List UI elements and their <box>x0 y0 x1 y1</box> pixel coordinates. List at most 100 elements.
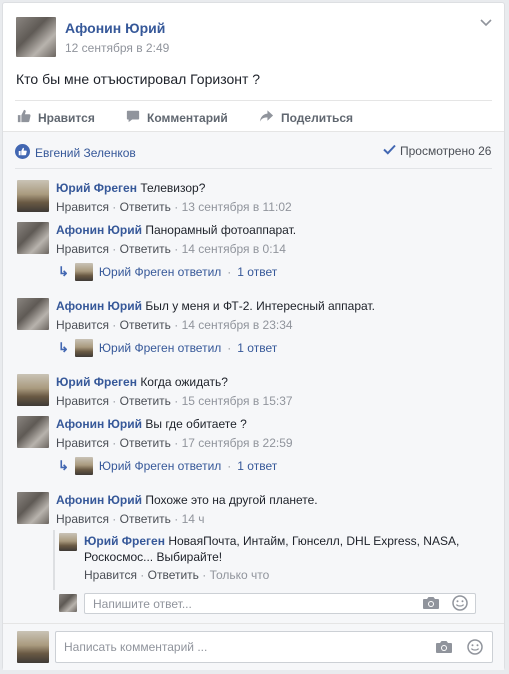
like-badge-icon <box>15 144 30 162</box>
author-avatar[interactable] <box>16 17 56 57</box>
comment-text: Телевизор? <box>140 181 206 195</box>
reply-arrow-icon: ↳ <box>58 340 69 355</box>
comment-reply-link[interactable]: Ответить <box>120 512 171 526</box>
commenter-avatar[interactable] <box>17 180 49 212</box>
comment-reply-link[interactable]: Ответить <box>120 318 171 332</box>
replies-text[interactable]: Юрий Фреген ответил <box>99 459 221 473</box>
comment-body: Афонин Юрий Панорамный фотоаппарат. <box>56 223 296 237</box>
comment-time[interactable]: 13 сентября в 11:02 <box>182 200 292 214</box>
comment-like-link[interactable]: Нравится <box>56 512 109 526</box>
comment-body: Афонин Юрий Вы где обитаете ? <box>56 417 247 431</box>
comment-body: Афонин Юрий Похоже это на другой планете… <box>56 493 318 507</box>
replies-text[interactable]: Юрий Фреген ответил <box>99 265 221 279</box>
reply-time[interactable]: Только что <box>210 568 270 582</box>
commenter-avatar[interactable] <box>17 416 49 448</box>
comment-text: Панорамный фотоаппарат. <box>145 223 297 237</box>
comment-reply-link[interactable]: Ответить <box>120 242 171 256</box>
comment-like-link[interactable]: Нравится <box>56 394 109 408</box>
comment-text: Был у меня и ФТ-2. Интересный аппарат. <box>145 299 375 313</box>
view-replies[interactable]: ↳ Юрий Фреген ответил · 1 ответ <box>58 263 277 281</box>
emoji-icon[interactable] <box>452 595 468 614</box>
dot-separator: · <box>108 394 120 408</box>
comment-meta: Нравится · Ответить · 14 сентября в 0:14 <box>56 242 286 256</box>
dot-separator: · <box>108 242 120 256</box>
dot-separator: · <box>108 512 120 526</box>
reply-arrow-icon: ↳ <box>58 264 69 279</box>
commenter-avatar[interactable] <box>17 298 49 330</box>
dot-separator: · <box>227 265 232 279</box>
comment-time[interactable]: 14 ч <box>182 512 205 526</box>
my-avatar <box>59 594 77 612</box>
reply-thread-line <box>53 530 55 590</box>
reply-author[interactable]: Юрий Фреген <box>84 534 165 548</box>
comment-time[interactable]: 14 сентября в 0:14 <box>182 242 286 256</box>
reply-like-link[interactable]: Нравится <box>84 568 137 582</box>
seen-count[interactable]: Просмотрено 26 <box>383 144 491 158</box>
commenter-avatar[interactable] <box>17 374 49 406</box>
comment-time[interactable]: 17 сентября в 22:59 <box>182 436 293 450</box>
comment-author[interactable]: Афонин Юрий <box>56 417 142 431</box>
comment-like-link[interactable]: Нравится <box>56 242 109 256</box>
comment-reply-link[interactable]: Ответить <box>120 436 171 450</box>
seen-label: Просмотрено 26 <box>400 144 492 158</box>
like-button[interactable]: Нравится <box>17 109 95 126</box>
comment-reply-link[interactable]: Ответить <box>120 394 171 408</box>
commenter-avatar[interactable] <box>17 222 49 254</box>
replier-avatar <box>74 263 93 281</box>
comment-text: Похоже это на другой планете. <box>145 493 318 507</box>
comment-like-link[interactable]: Нравится <box>56 200 109 214</box>
comment-body: Юрий Фреген Телевизор? <box>56 181 205 195</box>
comment-time[interactable]: 14 сентября в 23:34 <box>182 318 293 332</box>
post-author[interactable]: Афонин Юрий <box>65 20 165 36</box>
dot-separator: · <box>170 200 182 214</box>
camera-icon[interactable] <box>436 640 452 657</box>
divider <box>3 623 504 624</box>
replies-count[interactable]: 1 ответ <box>237 265 277 279</box>
view-replies[interactable]: ↳ Юрий Фреген ответил · 1 ответ <box>58 339 277 357</box>
comment-input[interactable]: Написать комментарий ... <box>55 631 493 663</box>
dot-separator: · <box>227 341 232 355</box>
share-button[interactable]: Поделиться <box>259 109 353 126</box>
comment-author[interactable]: Юрий Фреген <box>56 375 137 389</box>
divider <box>15 100 492 101</box>
comment-author[interactable]: Афонин Юрий <box>56 223 142 237</box>
post-card: Афонин Юрий 12 сентября в 2:49 Кто бы мн… <box>2 2 505 670</box>
comment-text: Вы где обитаете ? <box>145 417 247 431</box>
replier-avatar[interactable] <box>59 533 77 551</box>
reply-reply-link[interactable]: Ответить <box>148 568 199 582</box>
chevron-down-icon[interactable] <box>479 17 493 31</box>
like-label: Нравится <box>38 110 95 125</box>
reply-text-line2: Роскосмос... Выбирайте! <box>84 550 223 564</box>
view-replies[interactable]: ↳ Юрий Фреген ответил · 1 ответ <box>58 457 277 475</box>
reply-input-placeholder: Напишите ответ... <box>93 596 192 611</box>
reply-input[interactable]: Напишите ответ... <box>84 593 476 614</box>
comment-like-link[interactable]: Нравится <box>56 436 109 450</box>
comment-time[interactable]: 15 сентября в 15:37 <box>182 394 293 408</box>
replies-count[interactable]: 1 ответ <box>237 341 277 355</box>
likes-summary[interactable]: Евгений Зеленков <box>15 144 136 162</box>
comment-button[interactable]: Комментарий <box>126 109 228 126</box>
liker-name[interactable]: Евгений Зеленков <box>35 146 136 160</box>
comment-author[interactable]: Афонин Юрий <box>56 493 142 507</box>
post-date[interactable]: 12 сентября в 2:49 <box>65 41 169 55</box>
dot-separator: · <box>170 436 182 450</box>
comment-text: Когда ожидать? <box>140 375 228 389</box>
camera-icon[interactable] <box>423 596 439 613</box>
comment-author[interactable]: Юрий Фреген <box>56 181 137 195</box>
dot-separator: · <box>170 242 182 256</box>
post-text: Кто бы мне отъюстировал Горизонт ? <box>16 71 261 87</box>
comment-reply-link[interactable]: Ответить <box>120 200 171 214</box>
comment-body: Афонин Юрий Был у меня и ФТ-2. Интересны… <box>56 299 375 313</box>
comment-like-link[interactable]: Нравится <box>56 318 109 332</box>
share-arrow-icon <box>259 109 274 126</box>
replier-avatar <box>74 457 93 475</box>
replies-count[interactable]: 1 ответ <box>237 459 277 473</box>
comment-author[interactable]: Афонин Юрий <box>56 299 142 313</box>
thumbs-up-icon <box>17 109 31 126</box>
dot-separator: · <box>198 568 210 582</box>
emoji-icon[interactable] <box>467 639 483 658</box>
commenter-avatar[interactable] <box>17 492 49 524</box>
divider <box>15 168 492 169</box>
reply-body: Юрий Фреген НоваяПочта, Интайм, Гюнселл,… <box>84 533 474 565</box>
replies-text[interactable]: Юрий Фреген ответил <box>99 341 221 355</box>
